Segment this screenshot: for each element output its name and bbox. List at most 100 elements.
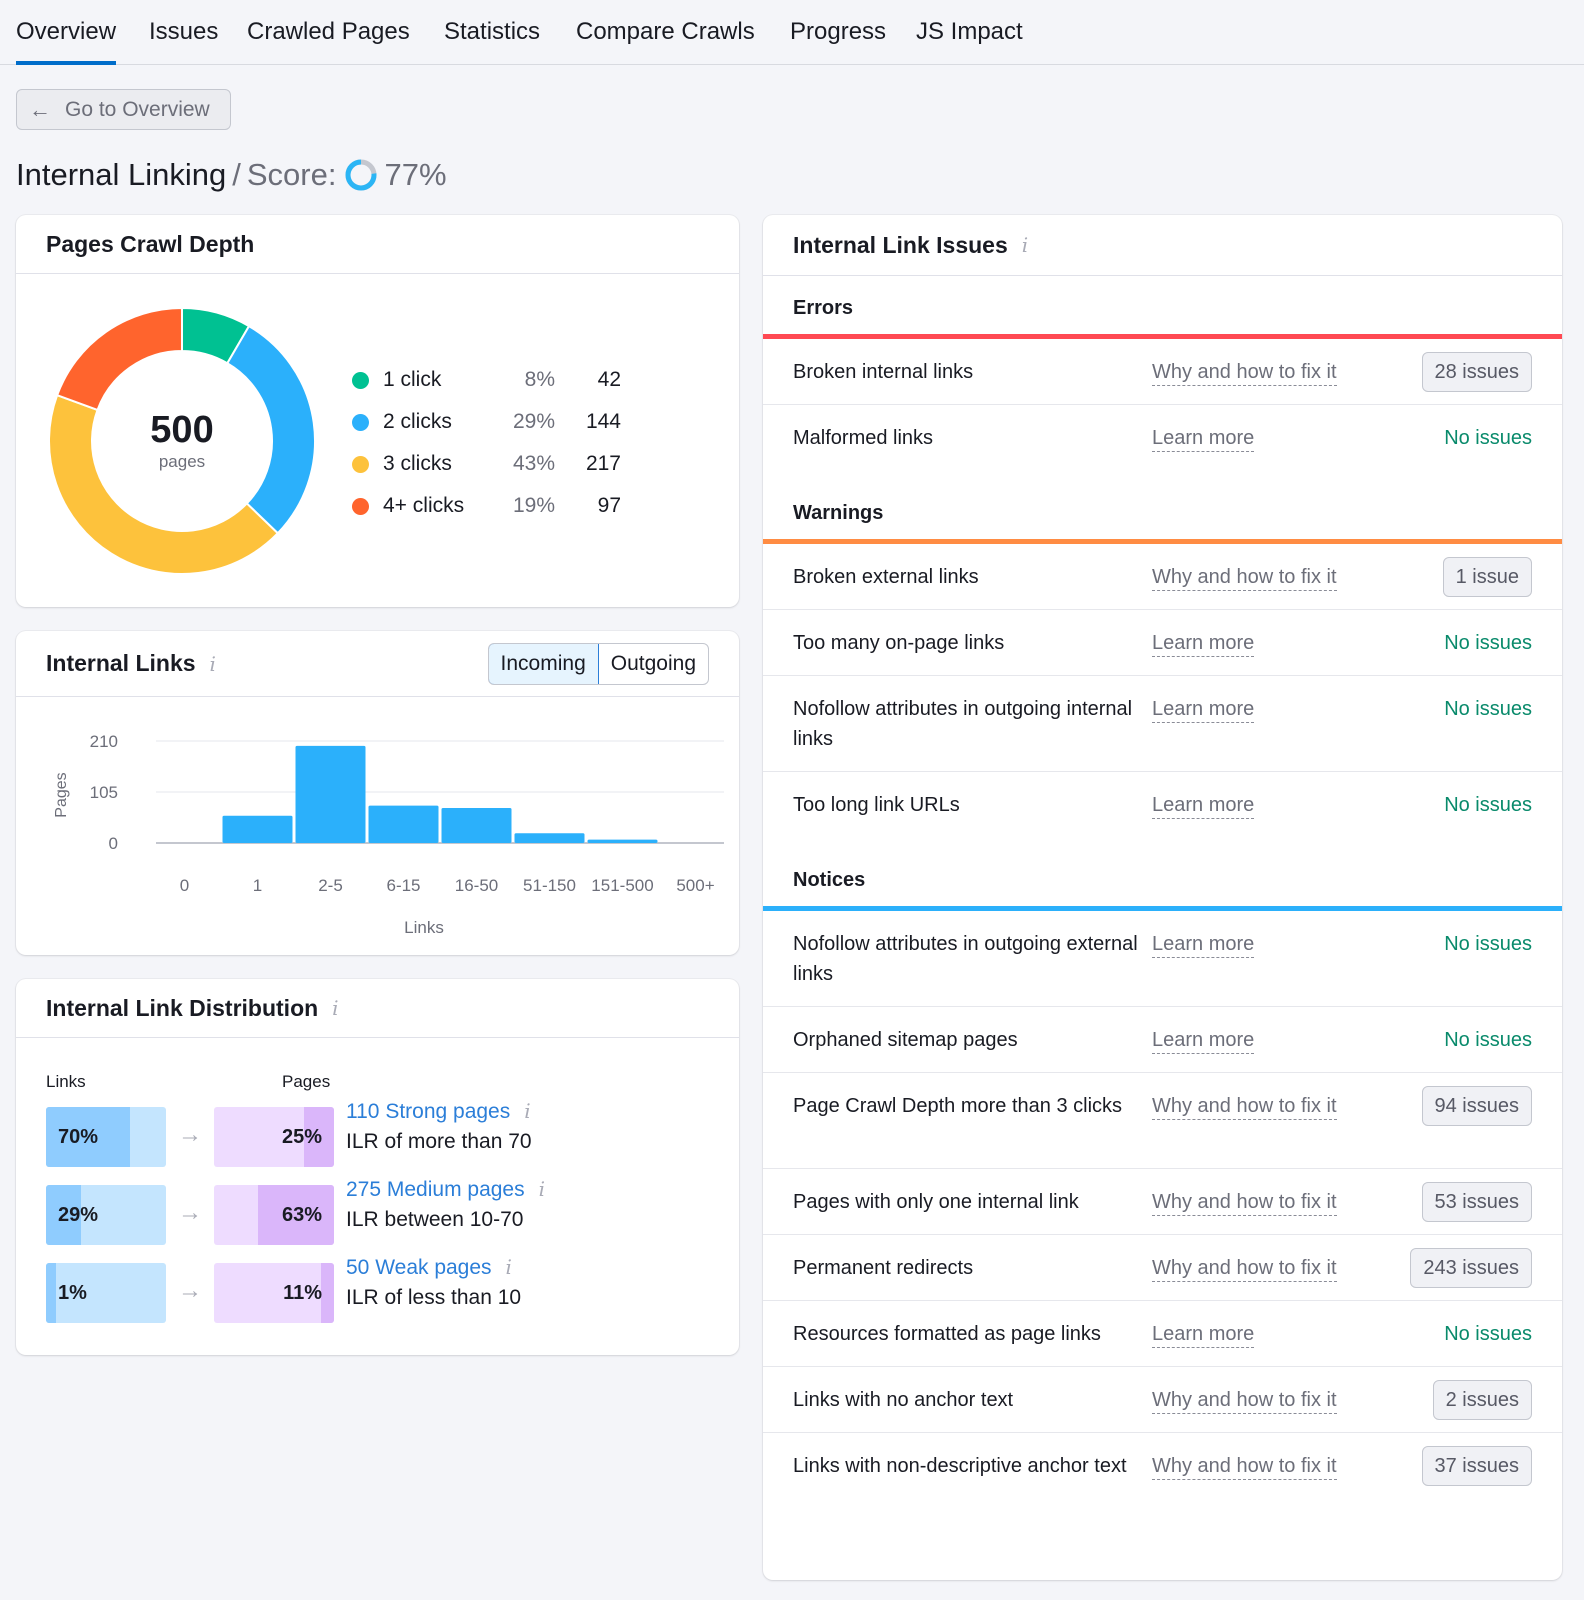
x-tick-label: 51-150 xyxy=(523,876,576,895)
issue-count-badge[interactable]: 28 issues xyxy=(1421,352,1532,392)
learn-more-link[interactable]: Learn more xyxy=(1152,628,1255,657)
learn-more-link[interactable]: Learn more xyxy=(1152,423,1255,452)
why-and-how-to-fix-link[interactable]: Why and how to fix it xyxy=(1152,357,1337,386)
medium-pages-link[interactable]: 275 Medium pages xyxy=(346,1178,525,1201)
arrow-right-icon: → xyxy=(178,1277,202,1304)
issue-count-badge[interactable]: 2 issues xyxy=(1432,1380,1532,1420)
issue-name: Links with no anchor text xyxy=(793,1389,1014,1411)
bar-2-5[interactable] xyxy=(295,745,366,843)
y-tick-label: 105 xyxy=(90,783,118,802)
tab-issues[interactable]: Issues xyxy=(149,18,218,65)
info-icon[interactable]: i xyxy=(539,1177,545,1201)
issue-count-badge[interactable]: 1 issue xyxy=(1442,557,1532,597)
section-header-warnings: Warnings xyxy=(793,502,884,524)
donut-center: 500 pages xyxy=(46,305,318,577)
no-issues-status: No issues xyxy=(1444,1323,1532,1345)
distribution-description: 275 Medium pages i ILR between 10-70 xyxy=(346,1177,545,1232)
no-issues-status: No issues xyxy=(1444,1029,1532,1051)
tab-crawled-pages[interactable]: Crawled Pages xyxy=(247,18,410,65)
legend-label: 3 clicks xyxy=(383,452,452,475)
legend-dot-icon xyxy=(352,371,369,389)
links-share-fill xyxy=(46,1263,56,1323)
tab-js-impact[interactable]: JS Impact xyxy=(916,18,1023,65)
x-tick-label: 500+ xyxy=(676,876,714,895)
bar-51-150[interactable] xyxy=(514,833,585,843)
chart-x-ticks: 0 1 2-5 6-15 16-50 51-150 151-500 500+ xyxy=(180,876,715,895)
legend-item[interactable]: 1 click 8% 42 xyxy=(352,359,621,401)
arrow-right-icon: → xyxy=(178,1199,202,1226)
learn-more-link[interactable]: Learn more xyxy=(1152,1025,1255,1054)
no-issues-status: No issues xyxy=(1444,794,1532,816)
issue-count-badge[interactable]: 94 issues xyxy=(1421,1086,1532,1126)
strong-pages-link[interactable]: 110 Strong pages xyxy=(346,1100,510,1123)
incoming-toggle-button[interactable]: Incoming xyxy=(488,644,599,684)
go-to-overview-button[interactable]: ← Go to Overview xyxy=(16,89,231,130)
pages-share-percent: 63% xyxy=(281,1203,322,1226)
learn-more-link[interactable]: Learn more xyxy=(1152,1319,1255,1348)
tab-statistics[interactable]: Statistics xyxy=(444,18,540,65)
pages-share-percent: 25% xyxy=(281,1125,322,1148)
outgoing-toggle-button[interactable]: Outgoing xyxy=(599,644,708,684)
why-and-how-to-fix-link[interactable]: Why and how to fix it xyxy=(1152,1385,1337,1414)
bar-6-15[interactable] xyxy=(368,805,439,843)
why-and-how-to-fix-link[interactable]: Why and how to fix it xyxy=(1152,1451,1337,1480)
x-tick-label: 1 xyxy=(253,876,262,895)
why-and-how-to-fix-link[interactable]: Why and how to fix it xyxy=(1152,1091,1337,1120)
issue-row: Orphaned sitemap pages Learn more No issue… xyxy=(763,1007,1562,1073)
legend-item[interactable]: 2 clicks 29% 144 xyxy=(352,401,621,443)
pages-column-label: Pages xyxy=(282,1072,331,1091)
links-share-bar: 29% xyxy=(46,1185,166,1245)
issue-row: Malformed links Learn more No issues xyxy=(763,405,1562,471)
links-share-bar: 1% xyxy=(46,1263,166,1323)
issue-row: Pages with only one internal link Why and… xyxy=(763,1169,1562,1235)
card-header: Internal Links i Incoming Outgoing xyxy=(16,631,739,697)
score-value: 77% xyxy=(384,157,447,192)
legend-item[interactable]: 4+ clicks 19% 97 xyxy=(352,485,621,527)
tab-compare-crawls[interactable]: Compare Crawls xyxy=(576,18,755,65)
legend-item[interactable]: 3 clicks 43% 217 xyxy=(352,443,621,485)
pages-crawl-depth-card: Pages Crawl Depth 500 pages 1 click 8% 4… xyxy=(16,215,739,607)
x-tick-label: 2-5 xyxy=(318,876,343,895)
why-and-how-to-fix-link[interactable]: Why and how to fix it xyxy=(1152,562,1337,591)
info-icon[interactable]: i xyxy=(210,652,216,676)
info-icon[interactable]: i xyxy=(1022,233,1028,257)
info-icon[interactable]: i xyxy=(524,1099,530,1123)
info-icon[interactable]: i xyxy=(506,1255,512,1279)
learn-more-link[interactable]: Learn more xyxy=(1152,929,1255,958)
pages-share-bar: 25% xyxy=(214,1107,334,1167)
legend-label: 4+ clicks xyxy=(383,494,465,517)
crawl-depth-legend: 1 click 8% 42 2 clicks 29% 144 3 clicks … xyxy=(352,359,621,527)
tab-overview[interactable]: Overview xyxy=(16,18,117,65)
bar-16-50[interactable] xyxy=(441,808,512,843)
learn-more-link[interactable]: Learn more xyxy=(1152,694,1255,723)
why-and-how-to-fix-link[interactable]: Why and how to fix it xyxy=(1152,1187,1337,1216)
issue-count-badge[interactable]: 53 issues xyxy=(1421,1182,1532,1222)
no-issues-status: No issues xyxy=(1444,933,1532,955)
tab-bar: Overview Issues Crawled Pages Statistics… xyxy=(0,0,1584,65)
links-share-percent: 29% xyxy=(58,1203,99,1226)
tab-progress[interactable]: Progress xyxy=(790,18,886,65)
why-and-how-to-fix-link[interactable]: Why and how to fix it xyxy=(1152,1253,1337,1282)
pages-share-fill xyxy=(320,1263,334,1323)
internal-links-bar-chart: 0105210 0 1 2-5 6-15 16-50 51-150 151-500 500+ … xyxy=(53,732,724,937)
bar-151-500[interactable] xyxy=(587,839,658,843)
total-pages-value: 500 xyxy=(150,409,214,451)
issue-count-badge[interactable]: 243 issues xyxy=(1410,1248,1532,1288)
distribution-row: 70% → 25% 110 Strong pages i ILR of more … xyxy=(46,1099,726,1167)
card-header: Internal Link Issues i xyxy=(763,215,1562,276)
weak-pages-link[interactable]: 50 Weak pages xyxy=(346,1256,492,1279)
ilr-description: ILR between 10-70 xyxy=(346,1208,524,1231)
links-share-percent: 1% xyxy=(58,1281,87,1304)
learn-more-link[interactable]: Learn more xyxy=(1152,790,1255,819)
ilr-description: ILR of more than 70 xyxy=(346,1130,532,1153)
issue-name: Broken external links xyxy=(793,566,979,588)
info-icon[interactable]: i xyxy=(332,996,338,1020)
bar-1[interactable] xyxy=(222,815,293,843)
no-issues-status: No issues xyxy=(1444,632,1532,654)
pages-share-percent: 11% xyxy=(283,1281,322,1304)
internal-link-distribution-card: Internal Link Distribution i Links Pages… xyxy=(16,979,739,1355)
legend-count: 97 xyxy=(597,494,621,517)
issue-count-badge[interactable]: 37 issues xyxy=(1421,1446,1532,1486)
legend-dot-icon xyxy=(352,455,369,473)
issue-name: Broken internal links xyxy=(793,361,974,383)
